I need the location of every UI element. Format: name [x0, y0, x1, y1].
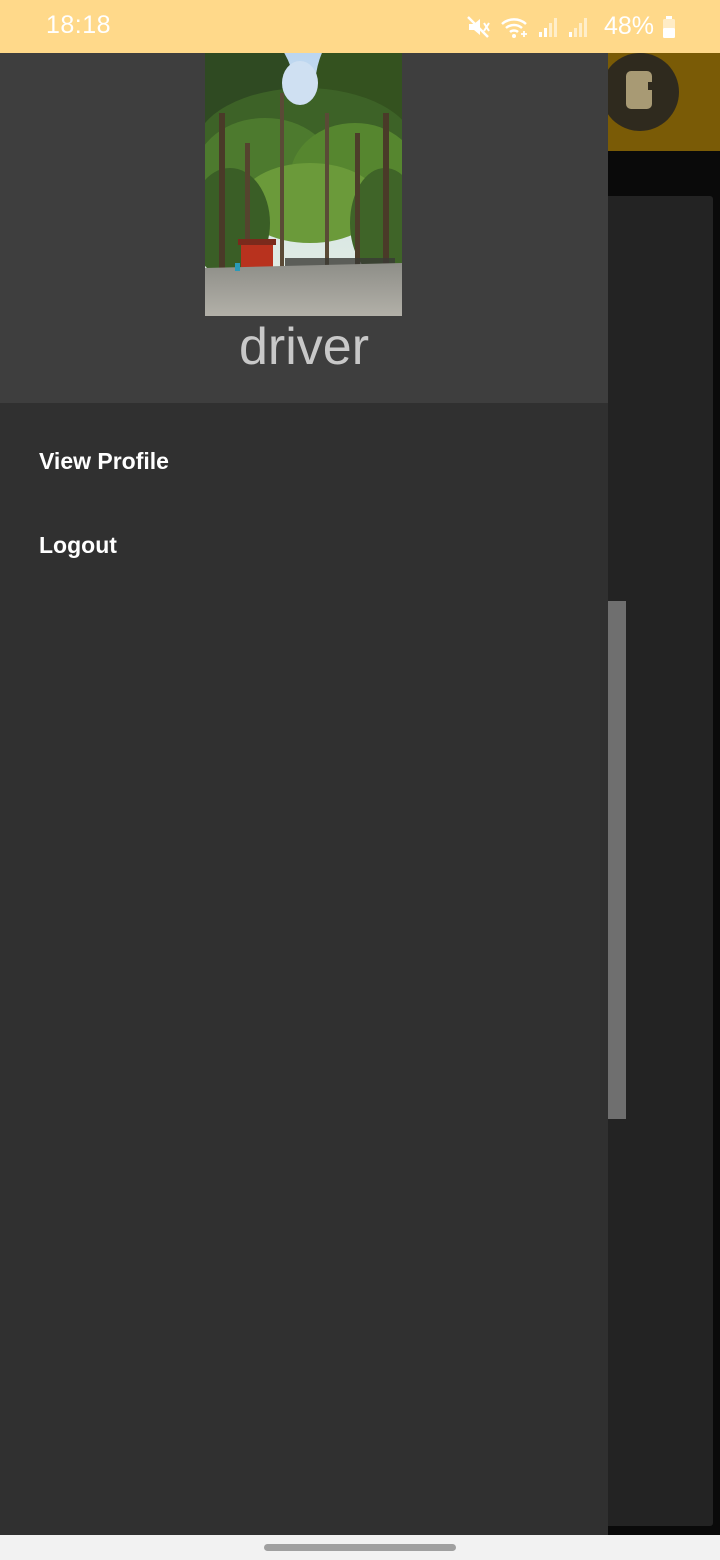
mute-icon [466, 15, 492, 39]
wifi-icon [500, 15, 530, 39]
status-icons: 48% [466, 12, 676, 41]
gesture-handle[interactable] [264, 1544, 456, 1551]
status-time: 18:18 [46, 11, 112, 39]
navigation-drawer: driver View Profile Logout [0, 53, 608, 1535]
app-action-button[interactable] [601, 53, 679, 131]
battery-icon [662, 15, 676, 39]
profile-username: driver [238, 318, 370, 376]
profile-photo[interactable] [205, 53, 402, 316]
phone-icon [623, 68, 657, 117]
menu-item-logout[interactable]: Logout [0, 503, 608, 587]
drawer-menu: View Profile Logout [0, 419, 608, 587]
signal-icon-2 [568, 16, 590, 38]
signal-icon [538, 16, 560, 38]
status-bar: 18:18 48% [0, 0, 720, 53]
battery-percent: 48% [603, 12, 654, 40]
drawer-header: driver [0, 53, 608, 403]
navigation-gesture-area [0, 1535, 720, 1560]
menu-item-view-profile[interactable]: View Profile [0, 419, 608, 503]
